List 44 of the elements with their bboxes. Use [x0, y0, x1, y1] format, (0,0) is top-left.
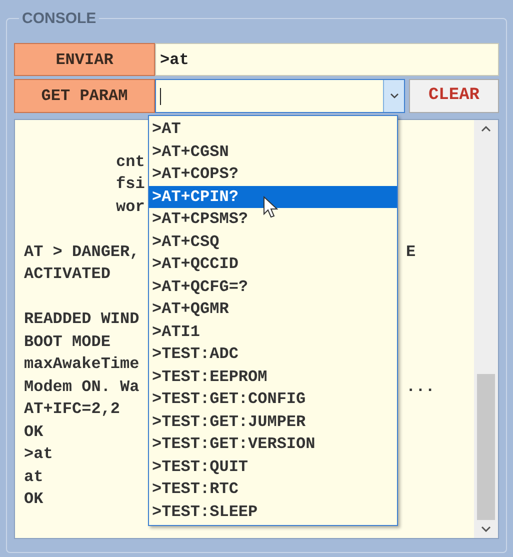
dropdown-item[interactable]: >AT+CPIN? — [149, 186, 397, 208]
console-line: >at — [24, 444, 53, 465]
dropdown-item[interactable]: >AT+CGSN — [149, 140, 397, 163]
console-line: AT+IFC=2,2 — [24, 399, 120, 420]
dropdown-item[interactable]: >TEST:QUIT — [149, 456, 397, 478]
console-line: ... — [406, 376, 435, 398]
console-line: wor — [116, 196, 145, 218]
console-line: AT > DANGER, — [24, 242, 140, 262]
dropdown-item[interactable]: >AT — [149, 118, 397, 140]
dropdown-item[interactable]: >AT+QGMR — [149, 298, 397, 320]
console-line: at — [24, 466, 44, 488]
dropdown-item[interactable]: >TEST:SLEEP — [149, 500, 397, 523]
dropdown-item[interactable]: >AT+QCFG=? — [149, 276, 397, 298]
console-line: OK — [24, 489, 44, 510]
dropdown-item[interactable]: >AT+CSQ — [149, 230, 397, 253]
dropdown-item[interactable]: >TEST:ADC — [149, 343, 397, 366]
send-button[interactable]: ENVIAR — [14, 43, 155, 76]
get-param-button[interactable]: GET PARAM — [14, 79, 155, 113]
dropdown-item[interactable]: >TEST:GET:JUMPER — [149, 410, 397, 433]
dropdown-item[interactable]: >TEST:EEPROM — [149, 366, 397, 388]
console-line: maxAwakeTime — [24, 354, 140, 375]
dropdown-item[interactable]: >AT+COPS? — [149, 163, 397, 186]
console-line: ACTIVATED — [24, 264, 110, 285]
scroll-up-icon[interactable] — [481, 126, 491, 132]
command-field[interactable]: >at — [155, 43, 499, 76]
mouse-pointer-icon — [263, 196, 278, 218]
dropdown-item[interactable]: >TEST:RTC — [149, 478, 397, 500]
console-line: READDED WIND — [24, 309, 140, 330]
console-line: E — [406, 242, 416, 262]
dropdown-item[interactable]: >ATI1 — [149, 320, 397, 343]
console-line: cnt — [116, 152, 145, 172]
console-line: BOOT MODE — [24, 332, 110, 352]
param-combo[interactable] — [155, 79, 405, 113]
scrollbar[interactable] — [474, 120, 498, 538]
dropdown-item[interactable]: >TEST:GET:CONFIG — [149, 388, 397, 410]
console-line: Modem ON. Wa — [24, 376, 140, 398]
dropdown-item[interactable]: >TEST:GET:VERSION — [149, 433, 397, 456]
scroll-down-icon[interactable] — [481, 526, 491, 532]
clear-button[interactable]: CLEAR — [409, 79, 499, 113]
dropdown-item[interactable]: >AT+QCCID — [149, 253, 397, 276]
console-line: OK — [24, 422, 44, 442]
dropdown-item[interactable]: >AT+CPSMS? — [149, 208, 397, 230]
scroll-thumb[interactable] — [477, 374, 495, 520]
console-line: fsi — [116, 174, 145, 195]
